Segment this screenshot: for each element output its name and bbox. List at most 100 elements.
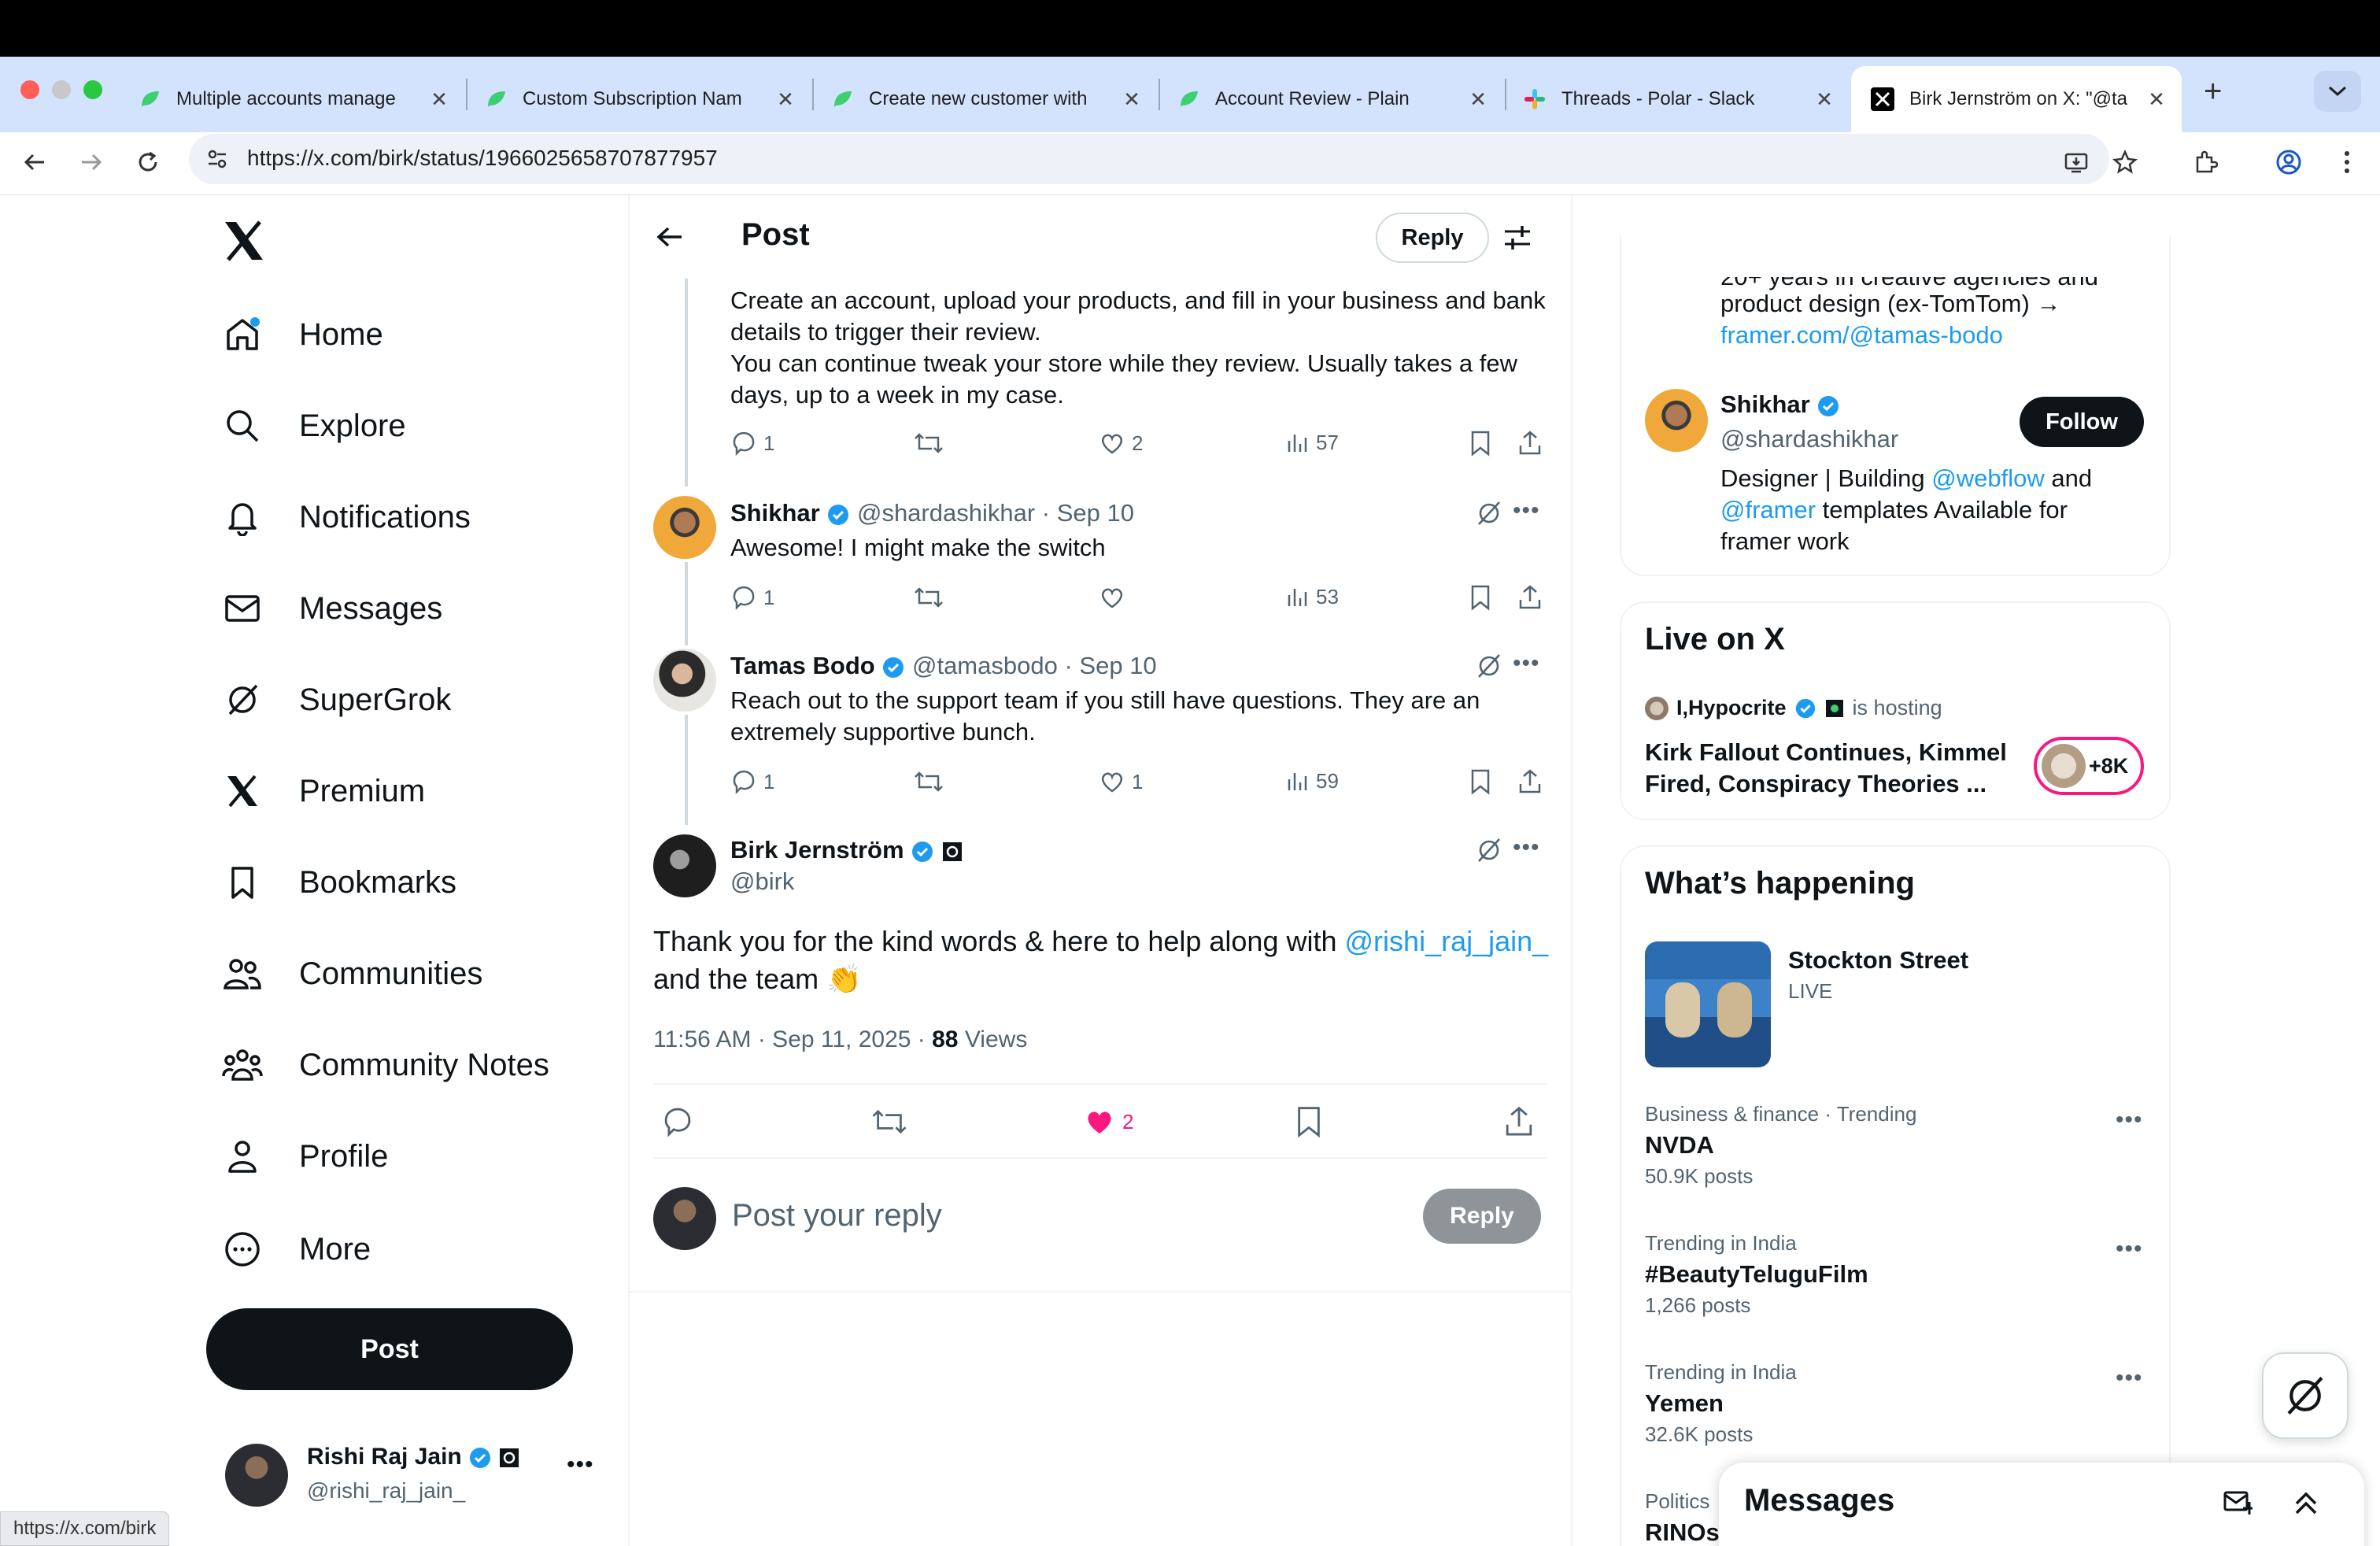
tweet-more-icon[interactable]: ••• — [1513, 497, 1540, 524]
trend-more-icon[interactable]: ••• — [2116, 1365, 2143, 1392]
new-message-icon[interactable] — [2223, 1486, 2254, 1518]
minimize-window-button[interactable] — [52, 80, 71, 99]
avatar[interactable] — [1645, 389, 1708, 452]
avatar[interactable] — [653, 496, 716, 559]
grok-icon[interactable] — [1475, 836, 1503, 864]
trend-name[interactable]: Stockton Street — [1788, 946, 1968, 975]
share-action[interactable] — [1503, 1105, 1535, 1138]
nav-premium[interactable]: Premium — [222, 764, 425, 819]
share-action[interactable] — [1517, 430, 1543, 457]
browser-tab[interactable]: Custom Subscription Nam ✕ — [464, 66, 811, 132]
browser-menu-icon[interactable] — [2325, 140, 2369, 184]
profile-icon[interactable] — [2267, 140, 2311, 184]
author-name[interactable]: Birk Jernström — [730, 836, 904, 864]
bookmark-star-icon[interactable] — [2103, 140, 2147, 184]
share-action[interactable] — [1517, 584, 1543, 611]
grok-icon[interactable] — [1475, 652, 1503, 680]
reply-input[interactable]: Post your reply — [732, 1198, 942, 1233]
account-more-icon[interactable]: ••• — [567, 1452, 594, 1478]
nav-messages[interactable]: Messages — [222, 581, 442, 636]
close-tab-icon[interactable]: ✕ — [776, 87, 795, 112]
trend-thumbnail[interactable] — [1645, 941, 1771, 1067]
live-headline[interactable]: Kirk Fallout Continues, Kimmel — [1645, 737, 2007, 768]
browser-tab[interactable]: Threads - Polar - Slack ✕ — [1503, 66, 1850, 132]
trend-row[interactable]: Trending in India #BeautyTeluguFilm 1,26… — [1645, 1231, 2149, 1318]
suggested-user-handle[interactable]: @shardashikhar — [1720, 425, 1898, 453]
suggested-user-name[interactable]: Shikhar — [1720, 390, 1840, 419]
reload-button[interactable] — [126, 140, 170, 184]
browser-tab[interactable]: Account Review - Plain ✕ — [1157, 66, 1503, 132]
back-arrow-icon[interactable] — [655, 222, 685, 252]
live-host-line[interactable]: I,Hypocrite is hosting — [1645, 696, 1942, 720]
grok-floating-button[interactable] — [2262, 1352, 2349, 1439]
follow-button[interactable]: Follow — [2020, 397, 2144, 447]
avatar[interactable] — [653, 649, 716, 712]
reply-submit-button[interactable]: Reply — [1423, 1189, 1541, 1244]
expand-drawer-icon[interactable] — [2290, 1486, 2322, 1518]
author-handle[interactable]: @tamasbodo — [912, 652, 1058, 679]
mention-link[interactable]: @rishi_raj_jain_ — [1345, 925, 1549, 957]
back-button[interactable] — [13, 140, 57, 184]
author-handle[interactable]: @birk — [730, 866, 794, 897]
reply-action[interactable] — [661, 1105, 694, 1138]
forward-button[interactable] — [69, 140, 113, 184]
bookmark-action[interactable] — [1294, 1105, 1324, 1138]
reply-action[interactable]: 1 — [730, 430, 774, 457]
close-tab-icon[interactable]: ✕ — [2147, 87, 2166, 112]
reply-action[interactable]: 1 — [730, 768, 774, 795]
nav-supergrok[interactable]: SuperGrok — [222, 672, 451, 727]
trend-row[interactable]: Trending in India Yemen 32.6K posts — [1645, 1360, 2149, 1447]
like-action[interactable]: 1 — [1099, 768, 1143, 795]
messages-drawer[interactable]: Messages — [1719, 1463, 2364, 1546]
reply-filter-button[interactable]: Reply — [1376, 213, 1489, 263]
url-text[interactable]: https://x.com/birk/status/19660256587078… — [247, 146, 718, 171]
author-handle[interactable]: @shardashikhar — [857, 499, 1035, 527]
bookmark-action[interactable] — [1469, 768, 1492, 795]
nav-notifications[interactable]: Notifications — [222, 490, 471, 545]
post-button[interactable]: Post — [206, 1308, 573, 1390]
zoom-window-button[interactable] — [83, 80, 102, 99]
site-info-icon[interactable] — [195, 137, 239, 181]
close-window-button[interactable] — [20, 80, 39, 99]
nav-explore[interactable]: Explore — [222, 398, 406, 453]
like-action[interactable]: 2 — [1099, 430, 1143, 457]
browser-tab[interactable]: Multiple accounts manage ✕ — [118, 66, 464, 132]
adjust-icon[interactable] — [1502, 222, 1533, 253]
like-action[interactable] — [1099, 584, 1132, 611]
install-app-icon[interactable] — [2054, 140, 2098, 184]
browser-tab[interactable]: Create new customer with ✕ — [811, 66, 1157, 132]
tweet-more-icon[interactable]: ••• — [1513, 650, 1540, 677]
live-headline[interactable]: Fired, Conspiracy Theories ... — [1645, 768, 1986, 800]
repost-action[interactable] — [913, 584, 944, 611]
share-action[interactable] — [1517, 768, 1543, 795]
close-tab-icon[interactable]: ✕ — [1815, 87, 1834, 112]
like-action-active[interactable]: 2 — [1083, 1105, 1133, 1138]
nav-more[interactable]: More — [222, 1222, 371, 1277]
account-switcher[interactable]: Rishi Raj Jain @rishi_raj_jain_ ••• — [225, 1441, 595, 1511]
author-name[interactable]: Shikhar — [730, 499, 820, 527]
author-name[interactable]: Tamas Bodo — [730, 652, 875, 679]
views-action[interactable]: 59 — [1284, 768, 1339, 793]
bookmark-action[interactable] — [1469, 584, 1492, 611]
views-action[interactable]: 57 — [1284, 430, 1339, 455]
extensions-icon[interactable] — [2183, 140, 2227, 184]
tweet-date[interactable]: · Sep 10 — [1042, 499, 1134, 527]
x-home-logo-icon[interactable] — [222, 219, 266, 263]
repost-action[interactable] — [913, 768, 944, 795]
bookmark-action[interactable] — [1469, 430, 1492, 457]
trend-row[interactable]: Business & finance · Trending NVDA 50.9K… — [1645, 1102, 2149, 1189]
avatar[interactable] — [653, 834, 716, 897]
close-tab-icon[interactable]: ✕ — [430, 87, 449, 112]
close-tab-icon[interactable]: ✕ — [1469, 87, 1488, 112]
browser-tab-active[interactable]: Birk Jernström on X: "@ta ✕ — [1851, 66, 2182, 132]
reply-action[interactable]: 1 — [730, 584, 774, 611]
trend-more-icon[interactable]: ••• — [2116, 1236, 2143, 1263]
live-listeners-badge[interactable]: +8K — [2034, 737, 2144, 795]
nav-bookmarks[interactable]: Bookmarks — [222, 855, 456, 910]
nav-community-notes[interactable]: Community Notes — [222, 1037, 549, 1093]
tab-search-button[interactable] — [2314, 71, 2361, 112]
nav-communities[interactable]: Communities — [222, 946, 482, 1001]
repost-action[interactable] — [913, 430, 944, 457]
grok-icon[interactable] — [1475, 499, 1503, 527]
views-action[interactable]: 53 — [1284, 584, 1339, 609]
